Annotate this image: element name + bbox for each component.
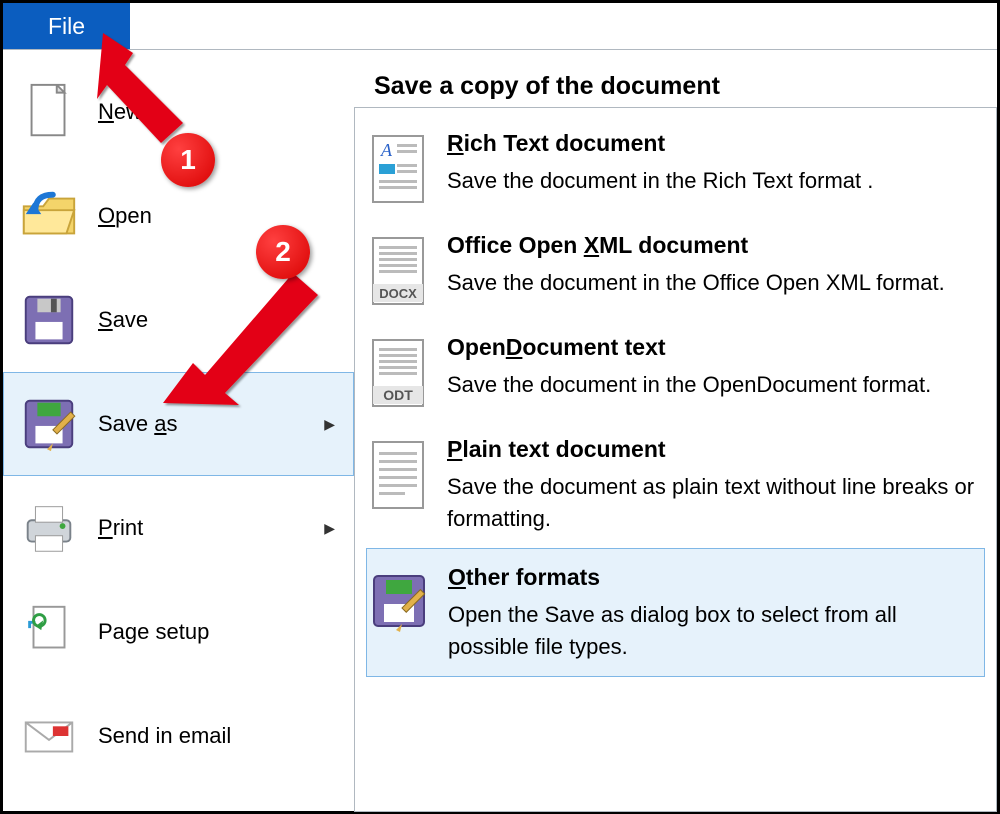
file-menu-tab[interactable]: File xyxy=(3,3,130,49)
file-menu-label: File xyxy=(48,13,85,40)
submenu-arrow-icon: ▶ xyxy=(324,416,341,433)
option-opendocument[interactable]: ODT OpenDocument text Save the document … xyxy=(367,320,984,422)
option-title: Rich Text document xyxy=(447,130,978,157)
new-document-icon xyxy=(18,81,80,143)
plain-text-icon xyxy=(369,440,427,510)
menu-item-print[interactable]: Print ▶ xyxy=(3,476,354,580)
option-desc: Open the Save as dialog box to select fr… xyxy=(448,599,977,663)
option-desc: Save the document as plain text without … xyxy=(447,471,978,535)
svg-text:ODT: ODT xyxy=(383,387,413,403)
save-as-floppy-icon xyxy=(18,393,80,455)
printer-icon xyxy=(18,497,80,559)
svg-text:DOCX: DOCX xyxy=(379,286,417,301)
menu-item-label: Print xyxy=(98,515,306,541)
menu-item-label: Save xyxy=(98,307,341,333)
menubar: File xyxy=(3,3,997,50)
menu-item-label: New xyxy=(98,99,341,125)
annotation-badge-2: 2 xyxy=(256,225,310,279)
option-title: Plain text document xyxy=(447,436,978,463)
menu-item-save-as[interactable]: Save as ▶ xyxy=(3,372,354,476)
svg-text:A: A xyxy=(380,140,393,160)
menu-item-save[interactable]: Save xyxy=(3,268,354,372)
email-envelope-icon xyxy=(18,705,80,767)
rich-text-icon: A xyxy=(369,134,427,204)
option-title: Office Open XML document xyxy=(447,232,978,259)
option-desc: Save the document in the OpenDocument fo… xyxy=(447,369,978,401)
menu-item-label: Send in email xyxy=(98,723,341,749)
open-folder-icon xyxy=(18,185,80,247)
menu-item-label: Save as xyxy=(98,411,306,437)
menu-item-label: Open xyxy=(98,203,341,229)
menu-item-label: Page setup xyxy=(98,619,341,645)
option-rich-text[interactable]: A Rich Text document Save the document i… xyxy=(367,116,984,218)
option-office-open-xml[interactable]: DOCX Office Open XML document Save the d… xyxy=(367,218,984,320)
page-setup-icon xyxy=(18,601,80,663)
other-formats-floppy-icon xyxy=(370,568,428,638)
option-plain-text[interactable]: Plain text document Save the document as… xyxy=(367,422,984,549)
submenu-arrow-icon: ▶ xyxy=(324,520,341,537)
option-title: OpenDocument text xyxy=(447,334,978,361)
option-other-formats[interactable]: Other formats Open the Save as dialog bo… xyxy=(366,548,985,677)
annotation-badge-1: 1 xyxy=(161,133,215,187)
option-desc: Save the document in the Office Open XML… xyxy=(447,267,978,299)
menu-item-send-email[interactable]: Send in email xyxy=(3,684,354,788)
save-floppy-icon xyxy=(18,289,80,351)
odt-file-icon: ODT xyxy=(369,338,427,408)
docx-file-icon: DOCX xyxy=(369,236,427,306)
panel-title: Save a copy of the document xyxy=(374,72,979,101)
option-title: Other formats xyxy=(448,564,977,591)
option-desc: Save the document in the Rich Text forma… xyxy=(447,165,978,197)
menu-item-page-setup[interactable]: Page setup xyxy=(3,580,354,684)
save-as-panel: Save a copy of the document A Rich Text … xyxy=(354,50,997,811)
